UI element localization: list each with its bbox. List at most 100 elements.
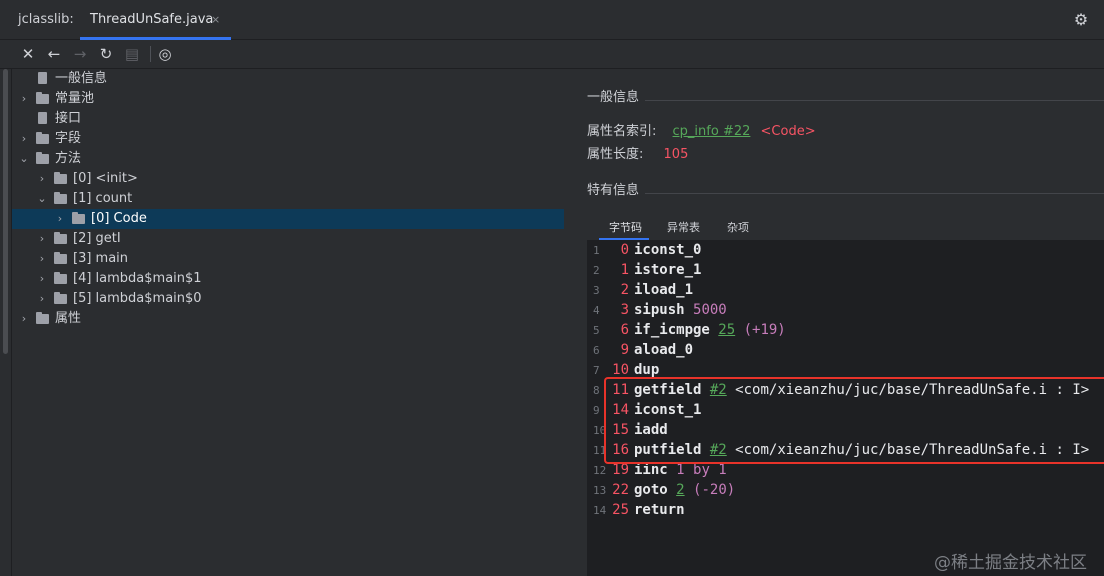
scrollbar[interactable]: [3, 69, 8, 354]
tree-item[interactable]: › 字段: [12, 129, 564, 149]
folder-icon: [54, 252, 67, 264]
back-arrow-icon[interactable]: ←: [44, 44, 64, 64]
section-divider: [645, 100, 1104, 101]
forward-arrow-icon[interactable]: →: [70, 44, 90, 64]
chevron-right-icon[interactable]: ›: [36, 291, 48, 307]
bytecode-line: 4 3 sipush 5000: [587, 301, 1104, 321]
operand-number: (-20): [693, 482, 736, 498]
bytecode-line: 3 2 iload_1: [587, 281, 1104, 301]
chevron-down-icon[interactable]: ⌄: [18, 151, 30, 167]
opcode: istore_1: [634, 262, 702, 278]
tree-item[interactable]: ⌄ [1] count: [12, 189, 564, 209]
toolbar-separator: [150, 46, 151, 62]
tree-item[interactable]: › [0] <init>: [12, 169, 564, 189]
tab-title[interactable]: ThreadUnSafe.java: [90, 12, 213, 27]
tree-item[interactable]: › [5] lambda$main$0: [12, 289, 564, 309]
tree-item-label: [4] lambda$main$1: [73, 271, 202, 286]
bytecode-line: 14 25 return: [587, 501, 1104, 521]
operand-number: (+19): [743, 322, 786, 338]
chevron-right-icon[interactable]: ›: [54, 211, 66, 227]
folder-icon: [54, 272, 67, 284]
bytecode-line: 12 19 iinc 1 by 1: [587, 461, 1104, 481]
globe-icon[interactable]: ◎: [155, 44, 175, 64]
line-number: 4: [593, 304, 600, 317]
attribute-length-label: 属性长度:: [587, 147, 644, 162]
chevron-right-icon[interactable]: ›: [18, 131, 30, 147]
opcode: if_icmpge: [634, 322, 710, 338]
instruction: dup: [634, 362, 659, 378]
attribute-name-value: <Code>: [760, 124, 816, 139]
tab-misc[interactable]: 杂项: [727, 219, 749, 235]
cp-info-link[interactable]: cp_info #22: [673, 124, 751, 139]
tree-item[interactable]: › [2] getI: [12, 229, 564, 249]
general-info-title: 一般信息: [587, 90, 640, 105]
tab-bytecode[interactable]: 字节码: [609, 219, 642, 235]
chevron-down-icon[interactable]: ⌄: [36, 191, 48, 207]
bytecode-line: 5 6 if_icmpge 25 (+19): [587, 321, 1104, 341]
line-number: 3: [593, 284, 600, 297]
tree-item-label: [0] Code: [91, 211, 147, 226]
chevron-right-icon[interactable]: ›: [36, 231, 48, 247]
opcode: sipush: [634, 302, 685, 318]
opcode: iinc: [634, 462, 668, 478]
tree-item-label: [3] main: [73, 251, 129, 266]
tree-item[interactable]: › [4] lambda$main$1: [12, 269, 564, 289]
tree-item-label: [5] lambda$main$0: [73, 291, 202, 306]
plugin-label: jclasslib:: [18, 12, 74, 27]
instruction: goto 2 (-20): [634, 482, 735, 498]
bytecode-line: 1 0 iconst_0: [587, 241, 1104, 261]
tree-item[interactable]: ⌄ 方法: [12, 149, 564, 169]
folder-icon: [72, 212, 85, 224]
opcode: iload_1: [634, 282, 694, 298]
instruction: iconst_0: [634, 242, 701, 258]
gear-icon[interactable]: ⚙: [1072, 11, 1090, 29]
folder-icon: [36, 152, 49, 164]
operand-reference-link[interactable]: 25: [718, 322, 735, 338]
tree-item-label: [1] count: [73, 191, 133, 206]
chevron-right-icon[interactable]: ›: [36, 251, 48, 267]
line-number: 12: [593, 464, 607, 477]
instruction: sipush 5000: [634, 302, 727, 318]
chevron-right-icon[interactable]: ›: [18, 91, 30, 107]
chevron-right-icon[interactable]: ›: [36, 271, 48, 287]
bytecode-offset: 3: [620, 302, 629, 318]
chevron-right-icon[interactable]: ›: [36, 171, 48, 187]
tree-item-label: [2] getI: [73, 231, 121, 246]
tree-item[interactable]: › [3] main: [12, 249, 564, 269]
opcode: return: [634, 502, 685, 518]
tree-item[interactable]: › 常量池: [12, 89, 564, 109]
bytecode-offset: 0: [620, 242, 629, 258]
operand-number: 5000: [693, 302, 727, 318]
detail-panel: 一般信息 属性名索引: cp_info #22 <Code> 属性长度: 105…: [565, 69, 1104, 576]
tree-item[interactable]: 一般信息: [12, 69, 564, 89]
tab-close-icon[interactable]: ×: [211, 13, 220, 26]
bytecode-offset: 1: [620, 262, 629, 278]
refresh-icon[interactable]: ↻: [96, 44, 116, 64]
close-icon[interactable]: ✕: [18, 44, 38, 64]
chevron-right-icon[interactable]: ›: [18, 311, 30, 327]
line-number: 2: [593, 264, 600, 277]
save-icon[interactable]: ▤: [122, 44, 142, 64]
line-number: 1: [593, 244, 600, 257]
line-number: 9: [593, 404, 600, 417]
tree-item[interactable]: 接口: [12, 109, 564, 129]
folder-icon: [54, 292, 67, 304]
instruction: aload_0: [634, 342, 693, 358]
tab-exception-table[interactable]: 异常表: [667, 219, 700, 235]
specific-info-tabs: 字节码 异常表 杂项: [587, 214, 1104, 240]
bytecode-offset: 6: [620, 322, 629, 338]
tree-item-label: 属性: [55, 311, 82, 326]
tree-item[interactable]: › 属性: [12, 309, 564, 329]
instruction: iload_1: [634, 282, 693, 298]
file-icon: [38, 72, 47, 84]
tree-item-label: 字段: [55, 131, 82, 146]
tab-threadunsafe[interactable]: ThreadUnSafe.java ×: [80, 0, 231, 40]
file-icon: [38, 112, 47, 124]
line-number: 8: [593, 384, 600, 397]
toolbar: ✕ ← → ↻ ▤ ◎: [0, 40, 1104, 69]
bytecode-offset: 9: [620, 342, 629, 358]
bytecode-line: 13 22 goto 2 (-20): [587, 481, 1104, 501]
tree-item-label: 一般信息: [55, 71, 108, 86]
tree-item[interactable]: › [0] Code: [12, 209, 564, 229]
operand-reference-link[interactable]: 2: [676, 482, 684, 498]
